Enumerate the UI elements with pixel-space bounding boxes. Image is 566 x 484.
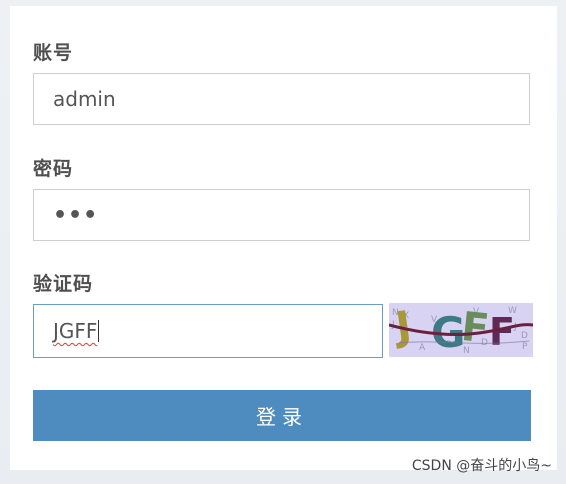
password-value: ••• xyxy=(53,202,99,228)
login-button[interactable]: 登录 xyxy=(33,390,531,441)
captcha-image[interactable]: N J X V G A P V D W J D P N J G F F xyxy=(389,303,533,357)
username-value: admin xyxy=(53,87,116,111)
password-input[interactable]: ••• xyxy=(33,189,530,241)
password-label: 密码 xyxy=(33,158,74,180)
captcha-input-value: JGFF xyxy=(53,319,98,343)
watermark-text: CSDN @奋斗的小鸟~ xyxy=(411,458,552,474)
captcha-input[interactable]: JGFF xyxy=(33,304,383,358)
svg-text:D: D xyxy=(521,331,528,341)
captcha-label: 验证码 xyxy=(33,273,94,295)
captcha-char: F xyxy=(459,304,491,353)
svg-text:A: A xyxy=(419,343,426,353)
username-input[interactable]: admin xyxy=(33,73,530,125)
svg-text:P: P xyxy=(522,342,528,352)
username-label: 账号 xyxy=(33,42,74,64)
login-card: 账号 admin 密码 ••• 验证码 JGFF N J X V G A P V… xyxy=(10,6,557,470)
text-caret xyxy=(98,320,100,342)
